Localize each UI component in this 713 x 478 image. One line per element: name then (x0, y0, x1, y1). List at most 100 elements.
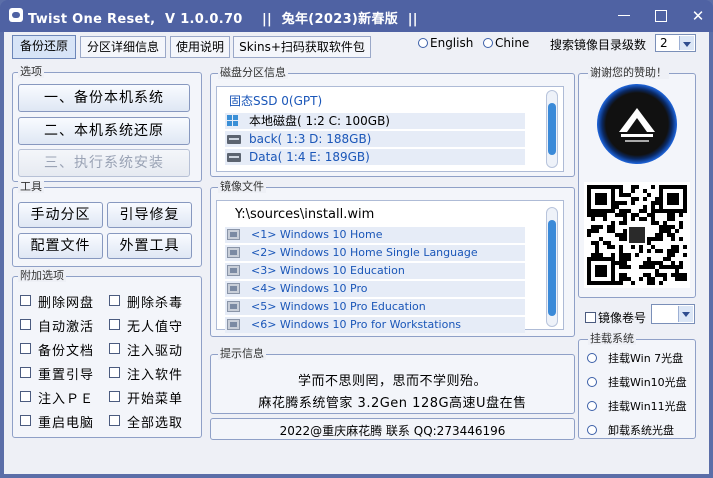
extra-option-label: 自动激活 (38, 320, 95, 335)
config-file-button[interactable]: 配置文件 (18, 233, 103, 259)
qr-code (584, 182, 690, 288)
chevron-down-icon[interactable] (678, 306, 693, 322)
partition-label: Data( 1:4 E: 189GB) (249, 150, 370, 164)
volume-checkbox[interactable] (585, 312, 596, 323)
edition-row[interactable]: <5> Windows 10 Pro Education (225, 299, 525, 315)
mount-radio[interactable] (587, 401, 597, 411)
image-list[interactable]: Y:\sources\install.wim <1> Windows 10 Ho… (216, 200, 564, 333)
mount-label: 挂载Win10光盘 (608, 376, 687, 389)
extra-options-group-title: 附加选项 (18, 269, 66, 282)
partition-row[interactable]: back( 1:3 D: 188GB) (225, 131, 525, 147)
partition-row[interactable]: 本地磁盘( 1:2 C: 100GB) (225, 113, 525, 129)
install-image-icon (227, 283, 240, 294)
install-image-icon (227, 229, 240, 240)
install-image-icon (227, 301, 240, 312)
client-area: 备份还原 分区详细信息 使用说明 Skins+扫码获取软件包 English C… (4, 32, 709, 474)
search-depth-select[interactable]: 2 (655, 34, 696, 52)
image-group-title: 镜像文件 (218, 180, 266, 193)
manual-partition-button[interactable]: 手动分区 (18, 202, 103, 228)
external-tools-button[interactable]: 外置工具 (107, 233, 192, 259)
restore-system-button[interactable]: 二、本机系统还原 (18, 117, 190, 145)
extra-option-checkbox[interactable] (109, 343, 120, 354)
mount-label: 卸载系统光盘 (608, 424, 674, 437)
extra-option-checkbox[interactable] (20, 295, 31, 306)
extra-option-label: 注入ＰＥ (38, 392, 95, 407)
options-group-title: 选项 (18, 65, 44, 78)
scroll-thumb[interactable] (548, 220, 556, 316)
disk-list[interactable]: 固态SSD 0(GPT) 本地磁盘( 1:2 C: 100GB) back( 1… (216, 86, 564, 172)
edition-label: <4> Windows 10 Pro (251, 282, 368, 295)
extra-option-checkbox[interactable] (20, 319, 31, 330)
partition-row[interactable]: Data( 1:4 E: 189GB) (225, 149, 525, 165)
extra-option-checkbox[interactable] (109, 391, 120, 402)
image-list-scrollbar[interactable] (546, 207, 558, 327)
image-path: Y:\sources\install.wim (235, 207, 375, 222)
tab-instructions[interactable]: 使用说明 (170, 36, 230, 58)
extra-option-checkbox[interactable] (109, 415, 120, 426)
edition-label: <5> Windows 10 Pro Education (251, 300, 426, 313)
extra-option-label: 注入驱动 (127, 344, 184, 359)
extra-option-label: 开始菜单 (127, 392, 184, 407)
edition-label: <6> Windows 10 Pro for Workstations (251, 318, 462, 331)
install-system-button[interactable]: 三、执行系统安装 (18, 149, 190, 177)
info-line-2: 麻花腾系统管家 3.2Gen 128G高速U盘在售 (258, 396, 527, 411)
mount-label: 挂载Win 7光盘 (608, 352, 684, 365)
maximize-icon[interactable] (649, 5, 673, 27)
radio-chinese-label: Chine (495, 36, 530, 50)
extra-option-label: 删除杀毒 (127, 296, 184, 311)
extra-option-checkbox[interactable] (109, 295, 120, 306)
extra-option-label: 备份文档 (38, 344, 95, 359)
tab-backup-restore[interactable]: 备份还原 (12, 35, 76, 59)
radio-english-label: English (430, 36, 474, 50)
minimize-icon[interactable] (612, 5, 636, 27)
extra-option-label: 全部选取 (127, 416, 184, 431)
extra-option-checkbox[interactable] (20, 415, 31, 426)
extra-option-checkbox[interactable] (109, 367, 120, 378)
logo-emblem-icon (619, 108, 655, 142)
disk-list-scrollbar[interactable] (546, 90, 558, 168)
search-depth-label: 搜索镜像目录级数 (550, 38, 647, 52)
donate-group-title: 谢谢您的赞助！ (588, 66, 669, 79)
chevron-down-icon[interactable] (679, 36, 694, 50)
drive-icon (227, 153, 241, 162)
title-bar[interactable]: Twist One Reset, V 1.0.0.70 || 兔年(2023)新… (0, 0, 713, 32)
close-icon[interactable]: ✕ (686, 5, 710, 27)
extra-option-checkbox[interactable] (20, 367, 31, 378)
qr-code-icon (587, 185, 687, 285)
mount-radio[interactable] (587, 353, 597, 363)
mount-group-title: 挂载系统 (588, 332, 636, 345)
extra-option-checkbox[interactable] (109, 319, 120, 330)
extra-option-checkbox[interactable] (20, 343, 31, 354)
extra-option-label: 重置引导 (38, 368, 95, 383)
radio-english[interactable] (418, 38, 428, 48)
edition-row[interactable]: <1> Windows 10 Home (225, 227, 525, 243)
edition-row[interactable]: <2> Windows 10 Home Single Language (225, 245, 525, 261)
tab-partition-details[interactable]: 分区详细信息 (80, 36, 166, 58)
backup-system-button[interactable]: 一、备份本机系统 (18, 84, 190, 112)
install-image-icon (227, 247, 240, 258)
extra-option-checkbox[interactable] (20, 391, 31, 402)
extra-option-label: 删除网盘 (38, 296, 95, 311)
edition-row[interactable]: <3> Windows 10 Education (225, 263, 525, 279)
tools-group-title: 工具 (18, 180, 44, 193)
windows-icon (227, 115, 239, 127)
mount-label: 挂载Win11光盘 (608, 400, 687, 413)
volume-select[interactable] (651, 304, 695, 324)
drive-icon (227, 135, 241, 144)
disk-header: 固态SSD 0(GPT) (229, 94, 323, 108)
install-image-icon (227, 319, 240, 330)
boot-repair-button[interactable]: 引导修复 (107, 202, 192, 228)
mount-radio[interactable] (587, 425, 597, 435)
extra-option-label: 无人值守 (127, 320, 184, 335)
radio-chinese[interactable] (483, 38, 493, 48)
app-icon (9, 8, 23, 22)
edition-row[interactable]: <6> Windows 10 Pro for Workstations (225, 317, 525, 333)
edition-row[interactable]: <4> Windows 10 Pro (225, 281, 525, 297)
mount-radio[interactable] (587, 377, 597, 387)
scroll-thumb[interactable] (548, 103, 556, 155)
window-title: Twist One Reset, V 1.0.0.70 || 兔年(2023)新… (28, 12, 418, 27)
app-window: Twist One Reset, V 1.0.0.70 || 兔年(2023)新… (0, 0, 713, 478)
info-line-1: 学而不思则罔，思而不学则殆。 (297, 374, 487, 389)
disk-group-title: 磁盘分区信息 (218, 66, 288, 79)
tab-skins-scan[interactable]: Skins+扫码获取软件包 (233, 36, 371, 58)
